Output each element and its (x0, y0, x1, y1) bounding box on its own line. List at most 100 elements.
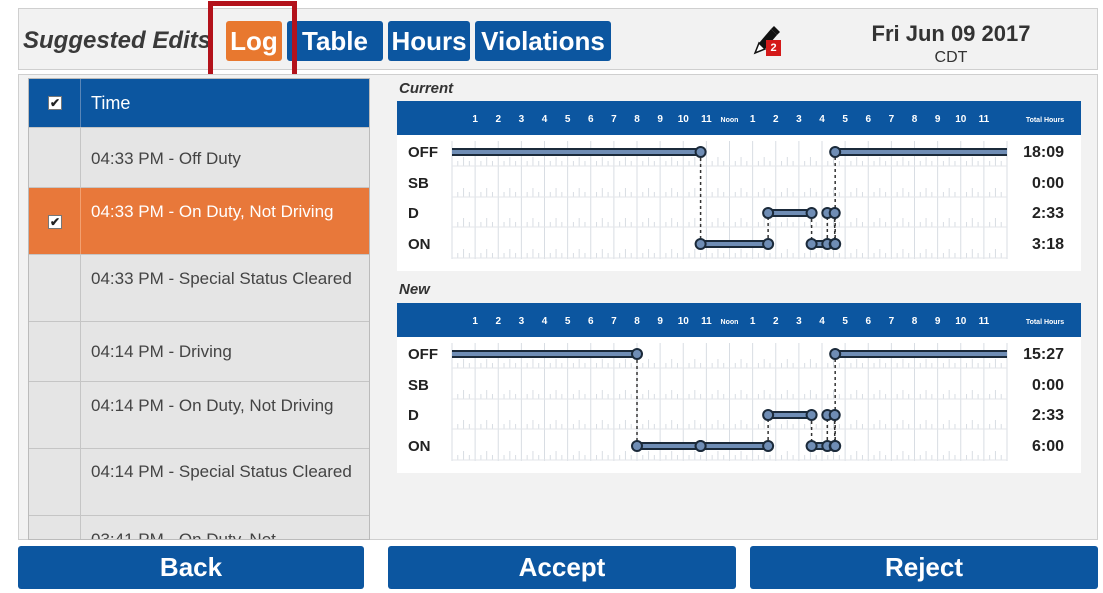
status-total-hours: 3:18 (1032, 236, 1064, 253)
hour-tick-label: 7 (889, 316, 895, 327)
hour-tick-label: 4 (819, 316, 825, 327)
hour-tick-label: 1 (472, 114, 478, 125)
log-date: Fri Jun 09 2017 (871, 21, 1031, 46)
row-checkbox-cell[interactable] (29, 255, 81, 321)
select-all-checkbox[interactable]: ✔ (48, 96, 62, 110)
list-item[interactable]: 04:14 PM - Special Status Cleared (29, 448, 369, 515)
event-label: 03:41 PM - On Duty, Not (91, 530, 276, 540)
hour-tick-label: 11 (979, 316, 990, 327)
header-checkbox-cell: ✔ (29, 79, 81, 127)
status-change-point (829, 238, 842, 250)
hour-tick-label: 5 (565, 316, 571, 327)
hour-tick-label: 6 (588, 316, 594, 327)
hour-tick-label: Noon (721, 319, 739, 326)
row-checkbox[interactable]: ✔ (48, 215, 62, 229)
status-total-hours: 0:00 (1032, 377, 1064, 394)
hour-tick-label: 4 (542, 316, 548, 327)
status-change-point (762, 207, 775, 219)
event-label: 04:14 PM - Special Status Cleared (91, 462, 352, 481)
status-label: SB (408, 175, 429, 192)
log-graph-svg: 1 2 3 4 5 6 7 8 9 10 11 Noon 1 2 3 4 5 6 7 8 9 10 11 Total Hour… (397, 303, 1081, 461)
tab-hours[interactable]: Hours (388, 21, 470, 61)
status-label: OFF (408, 144, 438, 161)
current-log-label: Current (399, 80, 454, 97)
row-checkbox-cell[interactable] (29, 322, 81, 381)
total-hours-header: Total Hours (1026, 319, 1064, 326)
hour-tick-label: 1 (472, 316, 478, 327)
list-item[interactable]: 04:33 PM - Special Status Cleared (29, 254, 369, 321)
status-label: SB (408, 377, 429, 394)
tab-log[interactable]: Log (226, 21, 282, 61)
hour-tick-label: 10 (955, 114, 967, 125)
status-change-point (694, 146, 707, 158)
status-label: ON (408, 438, 431, 455)
hour-tick-label: 2 (773, 316, 779, 327)
tab-table[interactable]: Table (287, 21, 383, 61)
page-title: Suggested Edits (23, 27, 212, 54)
hour-tick-label: 7 (611, 114, 617, 125)
hour-tick-label: 8 (634, 114, 640, 125)
status-change-point (828, 409, 841, 421)
list-header: ✔ Time (29, 79, 369, 127)
hour-tick-label: 6 (865, 114, 871, 125)
status-total-hours: 15:27 (1023, 346, 1064, 363)
reject-button[interactable]: Reject (750, 546, 1098, 589)
hour-tick-label: 5 (565, 114, 571, 125)
status-change-point (828, 207, 841, 219)
edit-count-badge: 2 (766, 40, 781, 56)
hour-tick-label: 5 (842, 114, 848, 125)
list-item[interactable]: 04:14 PM - Driving (29, 321, 369, 381)
status-change-point (829, 440, 842, 452)
status-change-point (694, 238, 707, 250)
new-log-label: New (399, 281, 430, 298)
status-total-hours: 2:33 (1032, 205, 1064, 222)
time-column-header: Time (91, 93, 131, 113)
row-checkbox-cell[interactable]: ✔ (29, 188, 81, 254)
total-hours-header: Total Hours (1026, 117, 1064, 124)
accept-button[interactable]: Accept (388, 546, 736, 589)
event-label: 04:33 PM - Special Status Cleared (91, 269, 352, 288)
new-log-graph: 1 2 3 4 5 6 7 8 9 10 11 Noon 1 2 3 4 5 6 7 8 9 10 11 Total Hour… (397, 303, 1081, 473)
status-change-point (694, 440, 707, 452)
hour-tick-label: 11 (979, 114, 990, 125)
hour-tick-label: 3 (519, 114, 525, 125)
hour-tick-label: Noon (721, 117, 739, 124)
list-item[interactable]: 04:33 PM - Off Duty (29, 127, 369, 187)
list-item[interactable]: 03:41 PM - On Duty, Not (29, 515, 369, 540)
hour-tick-label: 9 (657, 316, 663, 327)
status-total-hours: 2:33 (1032, 407, 1064, 424)
hour-tick-label: 6 (865, 316, 871, 327)
hour-tick-label: 8 (912, 114, 918, 125)
hour-tick-label: 11 (701, 114, 712, 125)
status-change-point (829, 146, 842, 158)
hour-tick-label: 11 (701, 316, 712, 327)
row-checkbox-cell[interactable] (29, 128, 81, 187)
row-checkbox-cell[interactable] (29, 382, 81, 448)
status-change-point (805, 409, 818, 421)
back-button[interactable]: Back (18, 546, 364, 589)
hour-tick-label: 7 (889, 114, 895, 125)
hour-tick-label: 9 (935, 114, 941, 125)
status-total-hours: 6:00 (1032, 438, 1064, 455)
hour-tick-label: 8 (912, 316, 918, 327)
hour-tick-label: 7 (611, 316, 617, 327)
hour-tick-label: 2 (495, 316, 501, 327)
hour-tick-label: 4 (819, 114, 825, 125)
status-change-point (805, 207, 818, 219)
list-item-selected[interactable]: ✔ 04:33 PM - On Duty, Not Driving (29, 187, 369, 254)
list-item[interactable]: 04:14 PM - On Duty, Not Driving (29, 381, 369, 448)
status-total-hours: 0:00 (1032, 175, 1064, 192)
status-change-point (805, 238, 818, 250)
event-list[interactable]: ✔ Time 04:33 PM - Off Duty ✔ 04:33 PM - … (28, 78, 370, 540)
tab-violations[interactable]: Violations (475, 21, 611, 61)
hour-tick-label: 1 (750, 316, 756, 327)
hour-tick-label: 2 (495, 114, 501, 125)
status-change-point (762, 440, 775, 452)
event-label: 04:14 PM - On Duty, Not Driving (91, 396, 334, 415)
hour-tick-label: 10 (955, 316, 967, 327)
status-change-point (805, 440, 818, 452)
row-checkbox-cell[interactable] (29, 516, 81, 539)
hour-tick-label: 3 (796, 114, 802, 125)
hour-tick-label: 9 (657, 114, 663, 125)
row-checkbox-cell[interactable] (29, 449, 81, 515)
